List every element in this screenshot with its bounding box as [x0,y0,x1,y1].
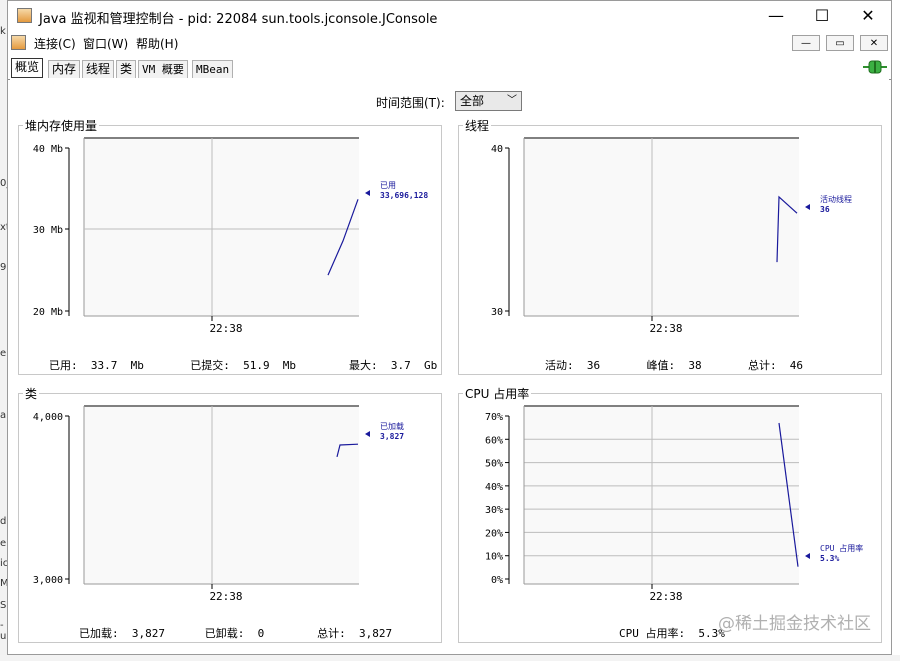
cpu-chart: 70% 60% 50% 40% 30% 20% 10% 0% 22:38 CPU 占用率 5.… [485,405,863,603]
jconsole-window: Java 监视和管理控制台 - pid: 22084 sun.tools.jco… [7,0,892,655]
menu-help[interactable]: 帮助(H) [136,35,178,52]
heap-ytick: 40 Mb [33,144,63,155]
cpu-legend-marker [805,553,810,559]
heap-legend-value: 33,696,128 [380,191,428,200]
menu-window[interactable]: 窗口(W) [83,35,128,52]
threads-ytick: 30 [491,307,503,318]
java-app-icon [17,8,32,23]
tab-bar: 概览 内存 线程 类 VM 概要 MBean [8,57,891,80]
chevron-down-icon: ﹀ [507,95,517,106]
title-bar[interactable]: Java 监视和管理控制台 - pid: 22084 sun.tools.jco… [8,1,891,31]
classes-panel-title: 类 [23,385,40,402]
threads-ytick: 40 [491,144,503,155]
threads-legend-marker [805,204,810,210]
tab-mbean[interactable]: MBean [192,60,234,78]
classes-plot-area [84,406,359,584]
cpu-xtick: 22:38 [649,590,682,603]
classes-panel: 类 4,000 3,000 22:38 已加载 3,827 已加载: 3,827 [18,385,442,643]
classes-ytick: 4,000 [33,412,63,423]
heap-xtick: 22:38 [209,322,242,335]
cpu-ytick: 20% [485,528,503,539]
cpu-plot-area [524,406,799,584]
cpu-ytick: 60% [485,435,503,446]
tab-vm-summary[interactable]: VM 概要 [138,60,188,78]
heap-chart: 40 Mb 30 Mb 20 Mb 22:38 已用 33,696,128 [33,137,428,335]
cpu-summary: CPU 占用率: 5.3% [619,627,725,640]
threads-summary: 活动: 36 峰值: 38 总计: 46 [545,359,804,372]
threads-legend-name: 活动线程 [820,194,852,204]
classes-ytick: 3,000 [33,575,63,586]
heap-legend-marker [365,190,370,196]
window-title: Java 监视和管理控制台 - pid: 22084 sun.tools.jco… [39,12,438,27]
threads-panel-title: 线程 [463,117,492,134]
cpu-ytick: 40% [485,482,503,493]
minimize-button[interactable]: — [753,1,799,31]
heap-memory-panel: 堆内存使用量 40 Mb 30 Mb 20 Mb 22:38 已用 33,696… [18,117,442,375]
threads-panel: 线程 40 30 22:38 活动线程 36 活动: 36 峰值: 38 总计:… [458,117,882,375]
cpu-panel: CPU 占用率 70% 60% 50% 40% 30% 20% 10% 0% 22:38 CP… [458,385,882,643]
menu-connection[interactable]: 连接(C) [34,35,76,52]
menu-bar: 连接(C) 窗口(W) 帮助(H) — ▭ ✕ [8,31,891,55]
connection-status-icon [863,60,887,74]
close-button[interactable]: ✕ [845,1,891,31]
classes-xtick: 22:38 [209,590,242,603]
inner-restore-button[interactable]: ▭ [826,35,854,51]
tab-classes[interactable]: 类 [116,60,137,78]
classes-chart: 4,000 3,000 22:38 已加载 3,827 [33,405,404,603]
tab-threads[interactable]: 线程 [82,60,115,78]
classes-legend-value: 3,827 [380,432,404,441]
heap-summary: 已用: 33.7 Mb 已提交: 51.9 Mb 最大: 3.7 Gb [49,359,438,372]
tab-memory[interactable]: 内存 [48,60,81,78]
cpu-ytick: 50% [485,459,503,470]
threads-chart: 40 30 22:38 活动线程 36 [491,137,852,335]
threads-xtick: 22:38 [649,322,682,335]
tab-overview[interactable]: 概览 [11,58,44,78]
maximize-button[interactable]: ☐ [799,1,845,31]
heap-ytick: 30 Mb [33,225,63,236]
watermark: @稀土掘金技术社区 [718,614,871,634]
classes-summary: 已加载: 3,827 已卸载: 0 总计: 3,827 [79,627,393,640]
cpu-legend-name: CPU 占用率 [820,543,863,553]
overview-content: 时间范围(T): 全部 ﹀ 堆内存使用量 40 Mb 30 Mb 20 Mb 2… [10,79,889,652]
cpu-ytick: 30% [485,505,503,516]
threads-plot-area [524,138,799,316]
cpu-panel-title: CPU 占用率 [463,385,532,402]
heap-panel-title: 堆内存使用量 [23,117,100,134]
background-window-bottom [0,655,900,661]
time-range-value: 全部 [460,94,485,108]
cpu-ytick: 0% [491,575,503,586]
java-menu-icon [11,35,26,50]
time-range-label: 时间范围(T): [376,96,445,110]
classes-legend-name: 已加载 [380,421,404,431]
heap-ytick: 20 Mb [33,307,63,318]
threads-legend-value: 36 [820,205,830,214]
heap-legend-name: 已用 [380,181,396,190]
cpu-legend-value: 5.3% [820,554,839,563]
time-range-select[interactable]: 全部 ﹀ [455,91,522,111]
cpu-ytick: 10% [485,552,503,563]
cpu-ytick: 70% [485,412,503,423]
classes-legend-marker [365,431,370,437]
inner-minimize-button[interactable]: — [792,35,820,51]
heap-plot-area [84,138,359,316]
inner-close-button[interactable]: ✕ [860,35,888,51]
